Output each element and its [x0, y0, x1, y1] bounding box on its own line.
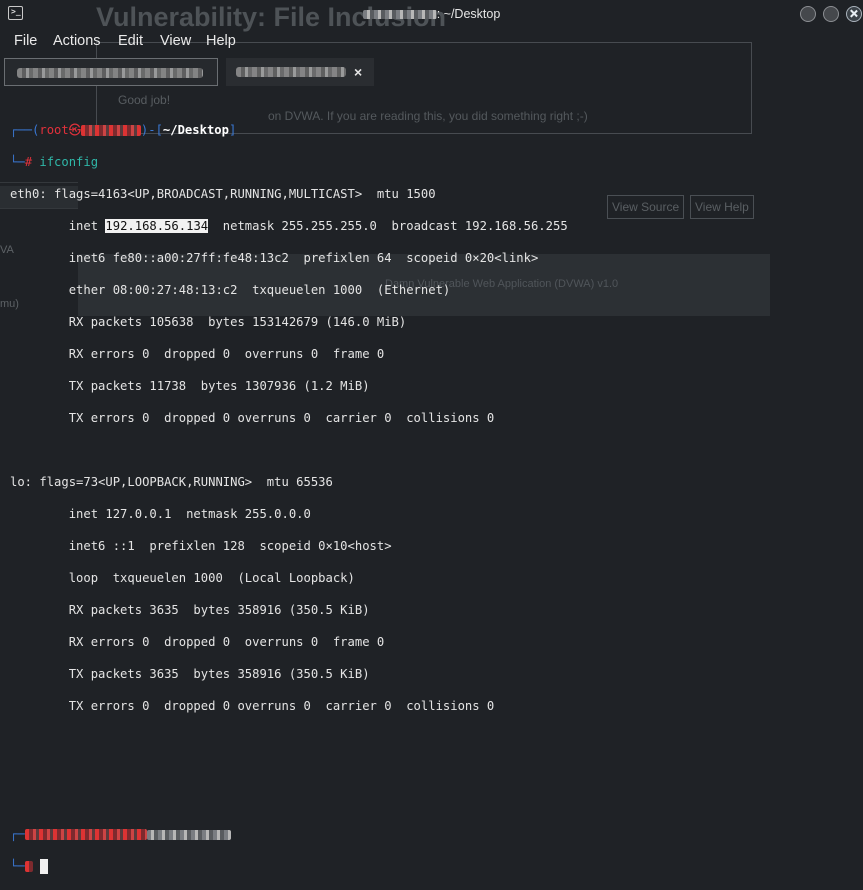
eth0-tx-errors: TX errors 0 dropped 0 overruns 0 carrier…	[10, 411, 495, 425]
terminal-cursor	[40, 859, 49, 874]
redacted-prompt	[24, 829, 147, 840]
redacted-hostname	[362, 10, 437, 20]
eth0-rx-packets: RX packets 105638 bytes 153142679 (146.0…	[10, 315, 407, 329]
terminal-output[interactable]: ┌──(root㉿)-[~/Desktop] └─# ifconfig eth0…	[10, 106, 568, 890]
tab-close-icon[interactable]: ×	[354, 64, 362, 80]
command-text: ifconfig	[39, 155, 99, 169]
lo-loop: loop txqueuelen 1000 (Local Loopback)	[10, 571, 355, 585]
menu-edit[interactable]: Edit	[118, 33, 143, 49]
redacted-tab-label	[17, 68, 203, 78]
maximize-button[interactable]	[823, 6, 839, 22]
lo-tx-errors: TX errors 0 dropped 0 overruns 0 carrier…	[10, 699, 495, 713]
prompt-line-3: ┌─	[10, 826, 568, 842]
redacted-prompt-dir	[146, 829, 231, 840]
eth0-inet6: inet6 fe80::a00:27ff:fe48:13c2 prefixlen…	[10, 251, 539, 265]
close-button[interactable]	[846, 6, 862, 22]
selected-ip-address[interactable]: 192.168.56.134	[105, 219, 209, 233]
eth0-header: eth0: flags=4163<UP,BROADCAST,RUNNING,MU…	[10, 187, 436, 201]
background-view-source-button: View Source	[607, 195, 685, 219]
menu-help[interactable]: Help	[206, 33, 236, 49]
lo-inet: inet 127.0.0.1 netmask 255.0.0.0	[10, 507, 311, 521]
eth0-rx-errors: RX errors 0 dropped 0 overruns 0 frame 0	[10, 347, 385, 361]
title-bar[interactable]: >_ : ~/Desktop	[0, 0, 863, 30]
background-text-1: Good job!	[118, 93, 171, 107]
redacted-tab-label	[236, 67, 346, 77]
prompt-dir: ~/Desktop	[162, 123, 229, 137]
lo-header: lo: flags=73<UP,LOOPBACK,RUNNING> mtu 65…	[10, 475, 333, 489]
lo-inet6: inet6 ::1 prefixlen 128 scopeid 0×10<hos…	[10, 539, 392, 553]
prompt-user: root	[39, 123, 69, 137]
menu-file[interactable]: File	[14, 33, 37, 49]
tab-inactive[interactable]: ×	[226, 58, 374, 86]
prompt-line-1: ┌──(root㉿)-[~/Desktop]	[10, 123, 237, 137]
prompt-at: ㉿	[68, 123, 81, 137]
tab-active[interactable]	[4, 58, 218, 86]
menu-actions[interactable]: Actions	[53, 33, 101, 49]
lo-tx-packets: TX packets 3635 bytes 358916 (350.5 KiB)	[10, 667, 370, 681]
lo-rx-errors: RX errors 0 dropped 0 overruns 0 frame 0	[10, 635, 385, 649]
redacted-prompt-symbol	[24, 861, 33, 872]
prompt-line-2: └─# ifconfig	[10, 155, 99, 169]
redacted-host	[80, 125, 141, 136]
prompt-line-4: └─	[10, 858, 568, 874]
eth0-inet-label: inet	[10, 219, 106, 233]
prompt-symbol: #	[24, 155, 33, 169]
window-title: : ~/Desktop	[0, 7, 863, 21]
eth0-inet: inet 192.168.56.134 netmask 255.255.255.…	[10, 218, 568, 234]
window-title-path: ~/Desktop	[443, 7, 501, 21]
tab-bar: ×	[0, 56, 863, 88]
menu-view[interactable]: View	[160, 33, 191, 49]
lo-rx-packets: RX packets 3635 bytes 358916 (350.5 KiB)	[10, 603, 370, 617]
eth0-tx-packets: TX packets 11738 bytes 1307936 (1.2 MiB)	[10, 379, 370, 393]
eth0-inet-rest: netmask 255.255.255.0 broadcast 192.168.…	[208, 219, 568, 233]
minimize-button[interactable]	[800, 6, 816, 22]
background-view-help-button: View Help	[690, 195, 754, 219]
eth0-ether: ether 08:00:27:48:13:c2 txqueuelen 1000 …	[10, 283, 451, 297]
